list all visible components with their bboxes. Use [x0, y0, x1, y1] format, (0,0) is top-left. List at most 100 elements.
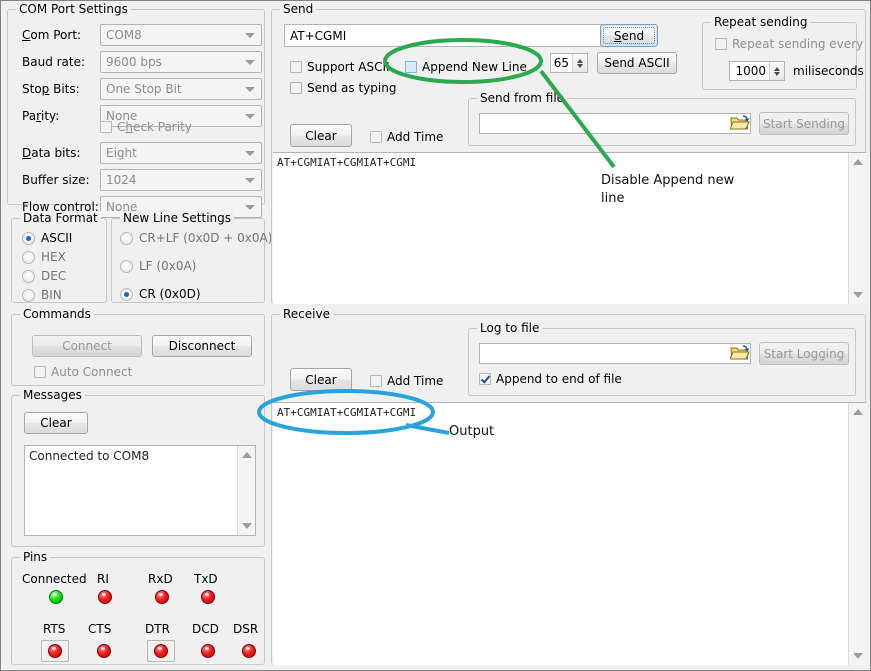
- messages-scrollbar[interactable]: [237, 446, 255, 535]
- annotation-blue-note: Output: [449, 423, 494, 441]
- send-group: Send AT+CGMI Send Support ASCII Append N…: [271, 9, 866, 304]
- connect-label: Connect: [62, 339, 112, 353]
- send-ascii-button[interactable]: Send ASCII: [597, 52, 677, 74]
- send-add-time-checkbox[interactable]: Add Time: [370, 130, 443, 144]
- repeat-interval-spinner[interactable]: 1000: [729, 61, 785, 81]
- radio-label: LF (0x0A): [139, 259, 196, 273]
- radio-label: BIN: [41, 288, 62, 302]
- receive-clear-label: Clear: [305, 373, 336, 387]
- data-format-group: Data Format ASCII HEX DEC BIN: [11, 218, 107, 303]
- start-sending-button[interactable]: Start Sending: [759, 112, 849, 135]
- append-to-end-checkbox[interactable]: Append to end of file: [479, 372, 622, 386]
- scroll-down-icon[interactable]: [853, 653, 863, 659]
- receive-add-time-checkbox[interactable]: Add Time: [370, 374, 443, 388]
- com-port-settings-group: COM Port Settings Com Port: COM8 Baud ra…: [7, 9, 265, 205]
- spinner-down-icon[interactable]: [774, 72, 780, 76]
- folder-open-icon: [730, 115, 750, 132]
- start-logging-button[interactable]: Start Logging: [759, 342, 849, 365]
- radio-data-format-hex[interactable]: HEX: [22, 250, 66, 264]
- radio-newline-crlf[interactable]: CR+LF (0x0D + 0x0A): [120, 231, 272, 245]
- append-new-line-checkbox[interactable]: Append New Line: [405, 60, 527, 74]
- send-clear-button[interactable]: Clear: [290, 124, 352, 147]
- send-file-browse-button[interactable]: [730, 115, 750, 132]
- pin-label-cts: CTS: [88, 622, 111, 636]
- pins-group: Pins Connected RI RxD TxD RTS CTS DTR DC…: [11, 557, 265, 665]
- receive-log[interactable]: AT+CGMIAT+CGMIAT+CGMI: [273, 402, 866, 665]
- radio-indicator: [120, 288, 133, 301]
- radio-label: ASCII: [41, 231, 72, 245]
- scroll-up-icon[interactable]: [853, 159, 863, 165]
- send-button[interactable]: Send: [600, 24, 658, 47]
- send-title: Send: [280, 2, 316, 16]
- send-log[interactable]: AT+CGMIAT+CGMIAT+CGMI: [273, 152, 866, 304]
- radio-data-format-bin[interactable]: BIN: [22, 288, 62, 302]
- receive-add-time-box: [370, 375, 382, 387]
- stop-bits-select[interactable]: One Stop Bit: [100, 78, 262, 100]
- scroll-up-icon[interactable]: [242, 452, 252, 458]
- send-command-input[interactable]: AT+CGMI: [284, 24, 604, 47]
- commands-title: Commands: [20, 307, 94, 321]
- send-log-scrollbar[interactable]: [848, 153, 866, 304]
- disconnect-button[interactable]: Disconnect: [152, 335, 252, 357]
- chevron-down-icon: [245, 87, 255, 92]
- spinner-up-icon[interactable]: [774, 67, 780, 71]
- baud-rate-select[interactable]: 9600 bps: [100, 51, 262, 73]
- radio-data-format-dec[interactable]: DEC: [22, 269, 66, 283]
- pin-led-ri: [98, 590, 112, 604]
- parity-label: Parity:: [22, 109, 59, 123]
- pin-label-connected: Connected: [22, 572, 87, 586]
- messages-group: Messages Clear Connected to COM8: [11, 395, 265, 547]
- buffer-size-select[interactable]: 1024: [100, 169, 262, 191]
- messages-log[interactable]: Connected to COM8: [24, 445, 256, 536]
- auto-connect-checkbox[interactable]: Auto Connect: [34, 365, 132, 379]
- repeat-sending-checkbox[interactable]: Repeat sending every: [715, 37, 863, 51]
- radio-indicator: [22, 251, 35, 264]
- messages-title: Messages: [20, 388, 85, 402]
- radio-data-format-ascii[interactable]: ASCII: [22, 231, 72, 245]
- radio-label: CR+LF (0x0D + 0x0A): [139, 231, 272, 245]
- buffer-size-label: Buffer size:: [22, 173, 90, 187]
- radio-indicator: [120, 260, 133, 273]
- spinner-buttons[interactable]: [769, 62, 784, 80]
- chevron-down-icon: [245, 178, 255, 183]
- com-port-select[interactable]: COM8: [100, 24, 262, 46]
- support-ascii-checkbox[interactable]: Support ASCII: [290, 60, 390, 74]
- radio-label: HEX: [41, 250, 66, 264]
- send-file-path-input[interactable]: [479, 113, 751, 134]
- scroll-down-icon[interactable]: [853, 292, 863, 298]
- spinner-buttons[interactable]: [572, 54, 587, 72]
- messages-log-text: Connected to COM8: [29, 449, 235, 463]
- serial-terminal-window: COM Port Settings Com Port: COM8 Baud ra…: [0, 0, 871, 671]
- support-ascii-label: Support ASCII: [307, 60, 390, 74]
- send-as-typing-checkbox[interactable]: Send as typing: [290, 81, 396, 95]
- connect-button[interactable]: Connect: [32, 335, 142, 357]
- chevron-down-icon: [245, 114, 255, 119]
- messages-clear-button[interactable]: Clear: [24, 412, 88, 434]
- log-to-file-title: Log to file: [477, 321, 542, 335]
- pin-led-rts: [48, 644, 62, 658]
- pin-label-dcd: DCD: [192, 622, 219, 636]
- spinner-up-icon[interactable]: [577, 59, 583, 63]
- receive-clear-button[interactable]: Clear: [290, 368, 352, 391]
- radio-newline-lf[interactable]: LF (0x0A): [120, 259, 196, 273]
- data-format-title: Data Format: [20, 211, 101, 225]
- new-line-settings-title: New Line Settings: [120, 211, 234, 225]
- log-to-file-group: Log to file Start Logging Append to end …: [468, 328, 856, 396]
- check-parity-checkbox[interactable]: Check Parity: [100, 120, 192, 134]
- send-from-file-group: Send from file Start Sending: [468, 98, 856, 146]
- log-file-path-input[interactable]: [479, 343, 751, 364]
- ascii-code-spinner[interactable]: 65: [550, 53, 588, 73]
- spinner-down-icon[interactable]: [577, 64, 583, 68]
- receive-log-scrollbar[interactable]: [848, 403, 866, 665]
- check-parity-label: Check Parity: [117, 120, 192, 134]
- data-bits-label: Data bits:: [22, 146, 80, 160]
- send-from-file-title: Send from file: [477, 91, 567, 105]
- support-ascii-box: [290, 61, 302, 73]
- send-command-value: AT+CGMI: [290, 29, 346, 43]
- log-file-browse-button[interactable]: [730, 345, 750, 362]
- data-bits-select[interactable]: Eight: [100, 142, 262, 164]
- radio-newline-cr[interactable]: CR (0x0D): [120, 287, 201, 301]
- scroll-up-icon[interactable]: [853, 409, 863, 415]
- scroll-down-icon[interactable]: [242, 523, 252, 529]
- receive-log-text: AT+CGMIAT+CGMIAT+CGMI: [277, 406, 846, 420]
